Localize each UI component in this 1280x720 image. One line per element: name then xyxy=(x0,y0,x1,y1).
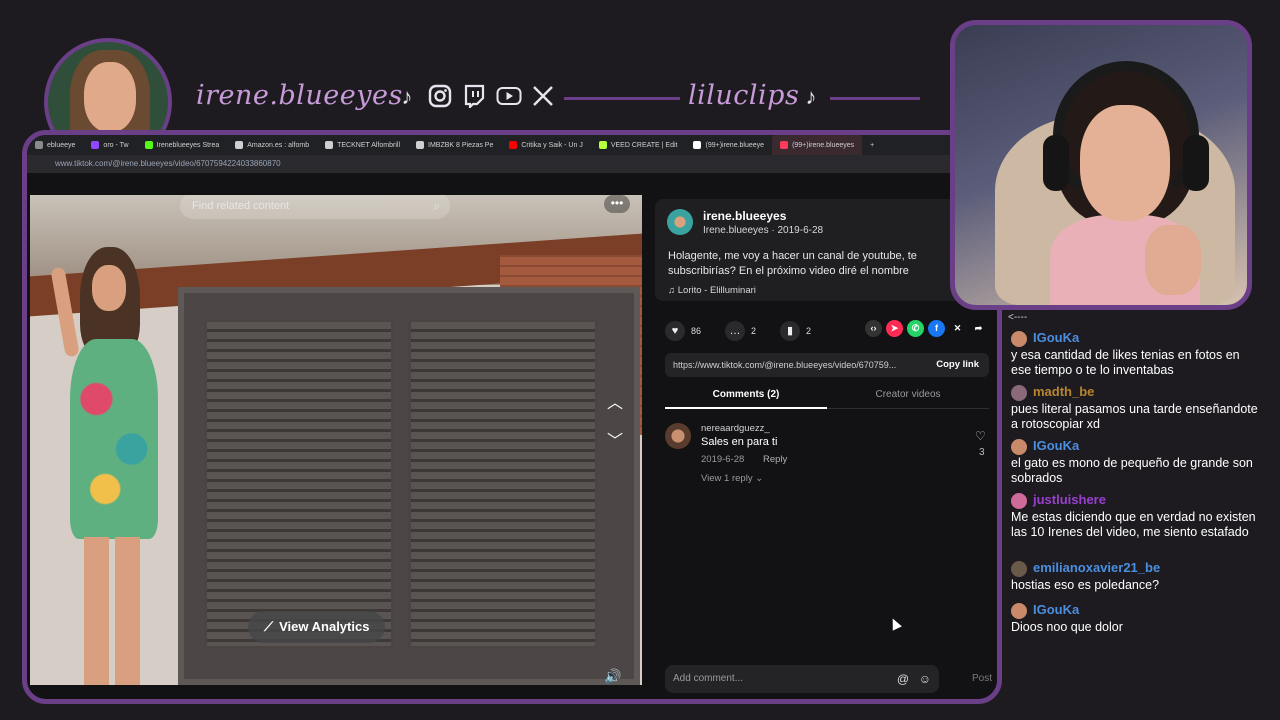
browser-tab[interactable]: VEED CREATE | Edit xyxy=(591,135,686,155)
comment-like-count: 3 xyxy=(979,447,985,458)
browser-tab[interactable]: Amazon.es : alfomb xyxy=(227,135,317,155)
comment-item: nereaardguezz_ Sales en para ti 2019-6-2… xyxy=(665,423,995,493)
chat-username[interactable]: IGouKa xyxy=(1033,330,1079,345)
chat-user-badge xyxy=(1011,603,1027,619)
chevron-up-icon[interactable]: ︿ xyxy=(604,393,626,415)
author-subtitle: Irene.blueeyes · 2019-6-28 xyxy=(703,225,824,236)
reply-button[interactable]: Reply xyxy=(763,454,787,465)
chat-username[interactable]: madth_be xyxy=(1033,384,1094,399)
author-name[interactable]: irene.blueeyes xyxy=(703,209,786,223)
chat-text: Dioos noo que dolor xyxy=(1011,620,1123,634)
analytics-icon: ⟋ xyxy=(264,619,274,634)
post-actions: ♥ 86 … 2 ▮ 2 xyxy=(665,320,811,342)
address-bar[interactable]: www.tiktok.com/@irene.blueeyes/video/670… xyxy=(27,155,997,173)
heart-icon[interactable]: ♥ xyxy=(665,321,685,341)
view-analytics-button[interactable]: ⟋ View Analytics xyxy=(248,611,386,643)
author-avatar[interactable] xyxy=(667,209,693,235)
author-card: irene.blueeyes Irene.blueeyes · 2019-6-2… xyxy=(655,199,991,301)
post-link-field[interactable]: https://www.tiktok.com/@irene.blueeyes/v… xyxy=(665,353,989,377)
browser-tab-strip: eblueeye oro - Tw Ireneblueeyes Strea Am… xyxy=(27,135,997,155)
bookmark-icon[interactable]: ▮ xyxy=(780,321,801,341)
mention-icon[interactable]: @ xyxy=(897,665,909,693)
browser-frame: eblueeye oro - Tw Ireneblueeyes Strea Am… xyxy=(22,130,1002,704)
chat-username[interactable]: emilianoxavier21_be xyxy=(1033,560,1160,575)
clips-handle: liluclips xyxy=(688,80,800,111)
facebook-icon[interactable]: f xyxy=(928,320,945,337)
comment-text: Sales en para ti xyxy=(701,436,778,448)
new-tab-icon[interactable]: + xyxy=(862,135,882,155)
chat-username[interactable]: justluishere xyxy=(1033,492,1106,507)
chat-user-badge xyxy=(1011,493,1027,509)
chat-username[interactable]: IGouKa xyxy=(1033,602,1079,617)
tiktok-icon: ♪ xyxy=(805,84,817,109)
embed-icon[interactable]: ‹› xyxy=(865,320,882,337)
chevron-down-icon: ⌄ xyxy=(755,473,764,484)
x-icon xyxy=(530,84,556,110)
chat-panel: <---- IGouKa y esa cantidad de likes teni… xyxy=(1008,312,1268,634)
browser-tab[interactable]: Critika y Saik - Un J xyxy=(501,135,590,155)
chat-text: hostias eso es poledance? xyxy=(1011,578,1160,592)
music-note-icon: ♫ xyxy=(668,285,678,296)
youtube-icon xyxy=(496,84,522,110)
tab-creator-videos[interactable]: Creator videos xyxy=(827,383,989,409)
send-icon[interactable]: ➤ xyxy=(886,320,903,337)
like-count: 86 xyxy=(691,326,702,336)
comment-count: 2 xyxy=(751,326,757,336)
tiktok-icon: ♪ xyxy=(401,84,413,109)
whatsapp-icon[interactable]: ✆ xyxy=(907,320,924,337)
share-arrow-icon[interactable]: ➦ xyxy=(970,320,987,337)
browser-tab[interactable]: Ireneblueeyes Strea xyxy=(137,135,228,155)
post-details-panel: irene.blueeyes Irene.blueeyes · 2019-6-2… xyxy=(647,175,997,699)
chat-text: y esa cantidad de likes tenias en fotos … xyxy=(1011,348,1240,377)
stream-overlay: irene.blueeyes ♪ liluclips ♪ eblueeye or… xyxy=(0,0,1280,720)
browser-tab[interactable]: TECKNET Alfombrill xyxy=(317,135,408,155)
search-icon[interactable]: ⌕ xyxy=(433,195,440,219)
streamer-handle: irene.blueeyes xyxy=(196,80,403,111)
related-search-input[interactable]: Find related content ⌕ xyxy=(180,195,450,219)
volume-icon[interactable]: 🔊 xyxy=(602,665,624,685)
browser-tab[interactable]: eblueeye xyxy=(27,135,83,155)
browser-tab[interactable]: IMBZBK 8 Piezas Pe xyxy=(408,135,501,155)
view-replies-button[interactable]: View 1 reply ⌄ xyxy=(701,473,763,484)
comment-icon[interactable]: … xyxy=(725,321,746,341)
webcam-feed xyxy=(950,20,1252,310)
chevron-down-icon[interactable]: ﹀ xyxy=(604,431,626,453)
comment-date: 2019-6-28 xyxy=(701,454,745,465)
chat-text: pues literal pasamos una tarde enseñando… xyxy=(1011,402,1258,431)
browser-tab-active[interactable]: (99+)irene.blueeyes xyxy=(772,135,863,155)
browser-tab[interactable]: oro - Tw xyxy=(83,135,136,155)
divider-line xyxy=(830,97,920,100)
panel-tabs: Comments (2) Creator videos xyxy=(665,383,989,409)
twitch-icon xyxy=(461,84,487,110)
music-label[interactable]: ♫ Lorito - Elilluminari xyxy=(668,285,756,296)
post-caption: Holagente, me voy a hacer un canal de yo… xyxy=(668,250,917,277)
instagram-icon xyxy=(427,84,453,110)
video-player[interactable]: Find related content ⌕ ••• ︿ ﹀ ⟋ View An… xyxy=(30,195,642,685)
chat-text: Me estas diciendo que en verdad no exist… xyxy=(1011,510,1256,539)
copy-link-button[interactable]: Copy link xyxy=(926,353,989,377)
tab-comments[interactable]: Comments (2) xyxy=(665,383,827,409)
commenter-name[interactable]: nereaardguezz_ xyxy=(701,423,770,434)
chat-fragment: <---- xyxy=(1008,312,1028,323)
browser-tab[interactable]: (99+)irene.blueeye xyxy=(685,135,772,155)
divider-line xyxy=(564,97,680,100)
emoji-icon[interactable]: ☺ xyxy=(919,665,931,693)
x-share-icon[interactable]: ✕ xyxy=(949,320,966,337)
add-comment-input[interactable]: Add comment... @ ☺ xyxy=(665,665,939,693)
save-count: 2 xyxy=(806,326,812,336)
chat-user-badge xyxy=(1011,385,1027,401)
chat-user-badge xyxy=(1011,439,1027,455)
share-row: ‹› ➤ ✆ f ✕ ➦ xyxy=(865,320,987,337)
chat-user-badge xyxy=(1011,561,1027,577)
post-button[interactable]: Post xyxy=(972,673,992,684)
chat-username[interactable]: IGouKa xyxy=(1033,438,1079,453)
more-options-icon[interactable]: ••• xyxy=(604,195,630,213)
comment-heart-icon[interactable]: ♡ xyxy=(975,429,986,443)
commenter-avatar[interactable] xyxy=(665,423,691,449)
chat-user-badge xyxy=(1011,331,1027,347)
chat-text: el gato es mono de pequeño de grande son… xyxy=(1011,456,1253,485)
video-person xyxy=(50,247,170,685)
